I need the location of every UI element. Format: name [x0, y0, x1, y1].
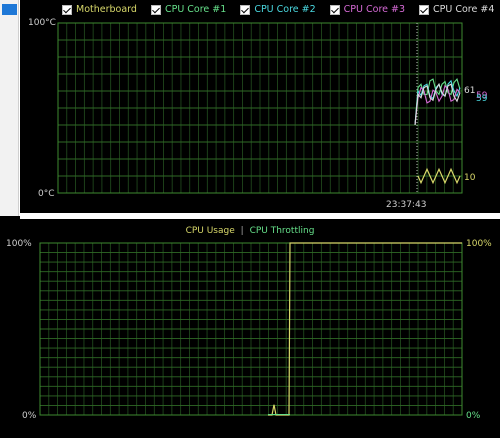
usage-grid	[39, 242, 463, 416]
charts-canvas	[39, 22, 463, 416]
temperature-grid	[57, 22, 463, 194]
